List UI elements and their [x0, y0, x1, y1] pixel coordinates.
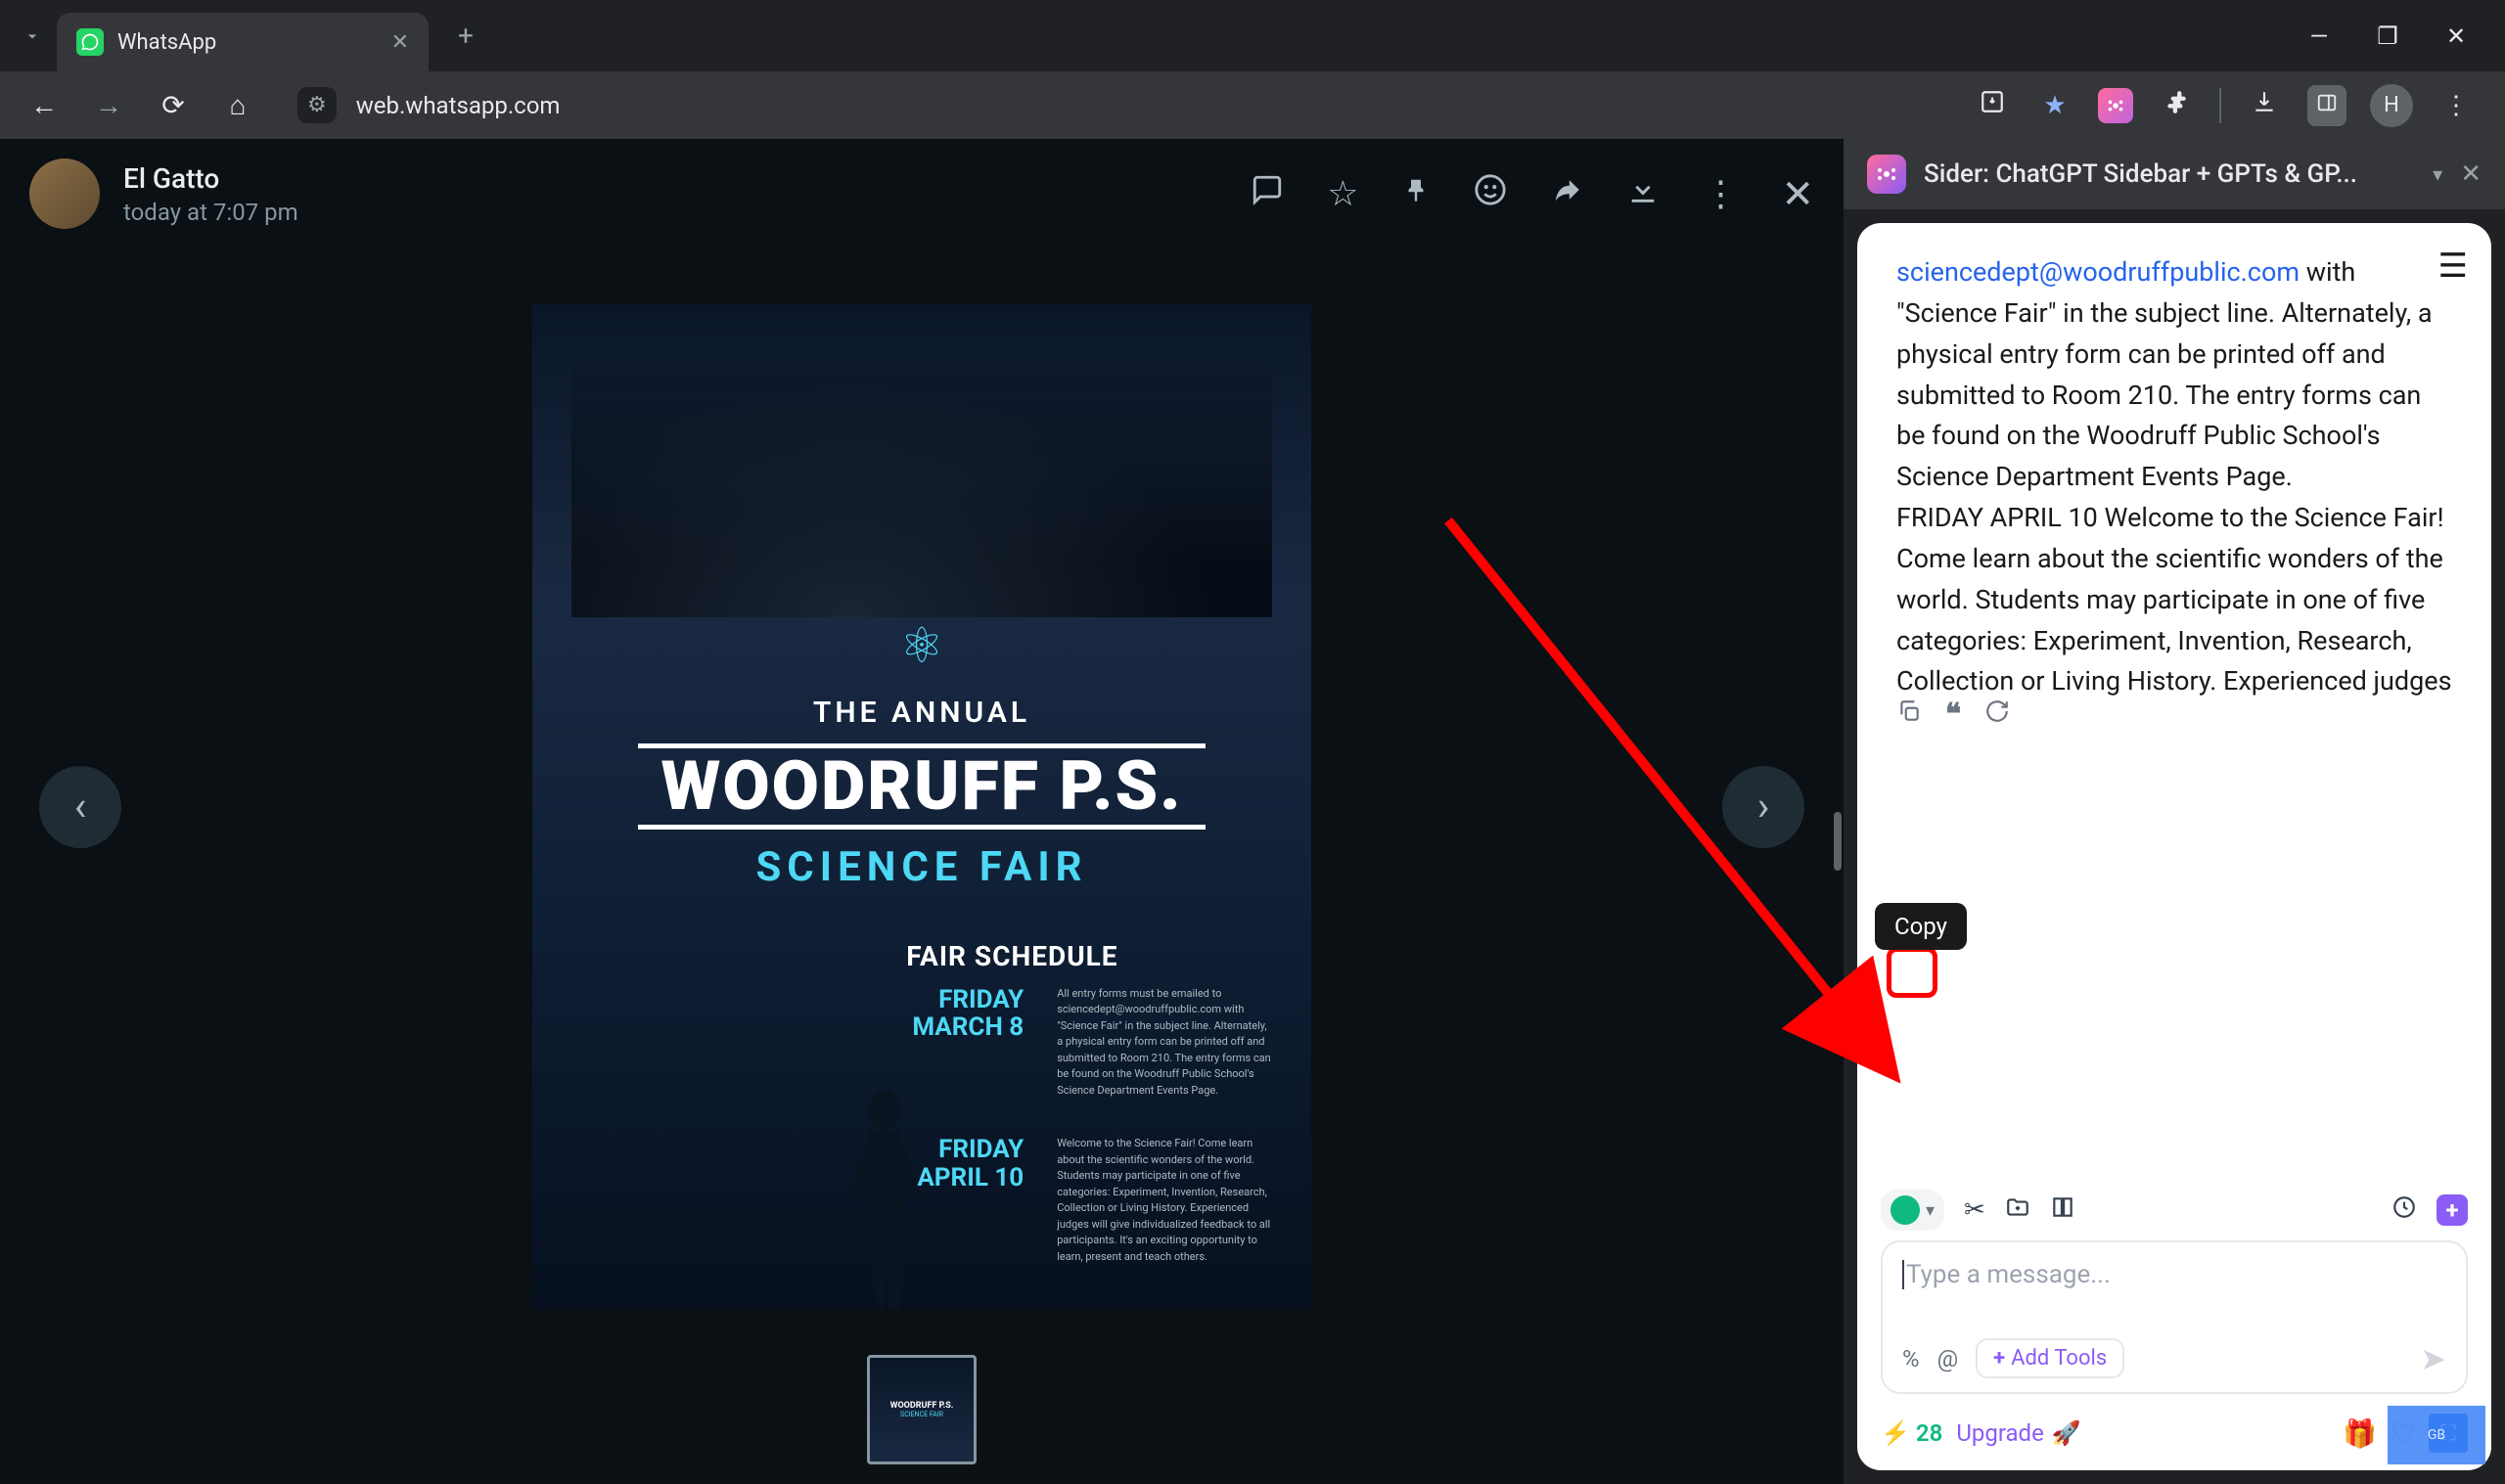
url-bar[interactable]: ⚙ web.whatsapp.com — [278, 87, 1957, 123]
credits-badge[interactable]: ⚡ 28 — [1881, 1419, 1942, 1447]
profile-avatar[interactable]: H — [2370, 84, 2413, 127]
gift-icon[interactable]: 🎁 — [2343, 1417, 2377, 1450]
tab-title: WhatsApp — [117, 30, 216, 55]
poster-title: WOODRUFF P.S. — [638, 743, 1206, 830]
toolbar-divider — [2219, 88, 2221, 123]
chat-bubble-icon[interactable] — [1251, 173, 1284, 215]
message-input[interactable]: Type a message... — [1902, 1260, 2446, 1309]
slash-command-icon[interactable]: % — [1902, 1345, 1920, 1372]
star-icon[interactable]: ☆ — [1327, 173, 1358, 214]
bolt-icon: ⚡ — [1881, 1419, 1910, 1447]
sider-close-icon[interactable]: ✕ — [2460, 159, 2482, 189]
prev-media-button[interactable]: ‹ — [39, 766, 121, 848]
annotation-highlight-box — [1887, 947, 1937, 998]
url-text: web.whatsapp.com — [356, 92, 561, 119]
browser-menu-icon[interactable]: ⋮ — [2437, 91, 2476, 120]
mention-icon[interactable]: @ — [1937, 1345, 1959, 1372]
new-tab-button[interactable]: + — [448, 10, 483, 62]
sender-avatar[interactable] — [29, 158, 100, 229]
message-input-container[interactable]: Type a message... % @ + Add Tools ➤ — [1881, 1240, 2468, 1394]
poster-annual-label: THE ANNUAL — [571, 696, 1272, 730]
history-icon[interactable] — [2391, 1194, 2417, 1227]
browser-tab-bar: WhatsApp ✕ + ― ❐ ✕ — [0, 0, 2505, 71]
rocket-icon: 🚀 — [2052, 1419, 2081, 1447]
schedule-date-1: FRIDAYMARCH 8 — [906, 986, 1043, 1042]
sider-title: Sider: ChatGPT Sidebar + GPTs & GP... — [1924, 159, 2415, 189]
book-icon[interactable] — [2050, 1194, 2075, 1227]
schedule-heading: FAIR SCHEDULE — [906, 940, 1272, 972]
media-thumbnail-strip: WOODRUFF P.S. SCIENCE FAIR — [0, 1355, 1844, 1464]
sider-extension-icon[interactable] — [2098, 88, 2133, 123]
window-maximize-icon[interactable]: ❐ — [2368, 22, 2407, 50]
schedule-text-1: All entry forms must be emailed to scien… — [1057, 986, 1272, 1100]
nav-reload-icon[interactable]: ⟳ — [149, 89, 198, 121]
model-indicator-icon — [1890, 1195, 1920, 1225]
upgrade-button[interactable]: Upgrade 🚀 — [1956, 1419, 2080, 1447]
whatsapp-media-viewer: El Gatto today at 7:07 pm ☆ — [0, 139, 1844, 1484]
sider-header: Sider: ChatGPT Sidebar + GPTs & GP... ▾ … — [1844, 139, 2505, 209]
send-button[interactable]: ➤ — [2420, 1340, 2446, 1377]
install-app-icon[interactable] — [1973, 89, 2012, 121]
sider-dropdown-icon[interactable]: ▾ — [2433, 162, 2442, 186]
window-minimize-icon[interactable]: ― — [2300, 22, 2339, 50]
add-tools-button[interactable]: + Add Tools — [1976, 1338, 2124, 1378]
download-icon[interactable] — [1626, 173, 1660, 215]
nav-home-icon[interactable]: ⌂ — [213, 89, 262, 121]
schedule-text-2: Welcome to the Science Fair! Come learn … — [1057, 1136, 1272, 1265]
response-email-link-1[interactable]: sciencedept@woodruffpublic.com — [1896, 256, 2300, 288]
sender-name: El Gatto — [123, 162, 1227, 195]
bookmark-star-icon[interactable]: ★ — [2035, 91, 2074, 120]
folder-add-icon[interactable] — [2005, 1194, 2030, 1227]
browser-toolbar: ← → ⟳ ⌂ ⚙ web.whatsapp.com ★ H ⋮ — [0, 71, 2505, 139]
nav-forward-icon[interactable]: → — [84, 89, 133, 121]
new-chat-button[interactable]: + — [2437, 1194, 2468, 1226]
pin-icon[interactable] — [1401, 173, 1431, 214]
annotation-arrow — [1429, 501, 1957, 1117]
emoji-icon[interactable] — [1474, 173, 1507, 215]
extensions-icon[interactable] — [2157, 89, 2196, 121]
scissors-icon[interactable]: ✂ — [1964, 1195, 1985, 1225]
copy-tooltip: Copy — [1875, 903, 1967, 950]
person-silhouette — [826, 1087, 943, 1310]
media-viewer-header: El Gatto today at 7:07 pm ☆ — [0, 139, 1844, 248]
atom-icon: ⚛ — [892, 617, 951, 676]
input-toolbar: ▾ ✂ + — [1857, 1176, 2491, 1240]
more-menu-icon[interactable]: ⋮ — [1703, 173, 1738, 214]
site-settings-icon[interactable]: ⚙ — [297, 87, 337, 123]
close-viewer-icon[interactable]: ✕ — [1781, 171, 1814, 217]
media-timestamp: today at 7:07 pm — [123, 199, 1227, 226]
tab-search-dropdown[interactable] — [8, 12, 57, 61]
nav-back-icon[interactable]: ← — [20, 89, 68, 121]
window-close-icon[interactable]: ✕ — [2437, 22, 2476, 50]
downloads-icon[interactable] — [2245, 89, 2284, 121]
regenerate-button[interactable] — [1984, 698, 2010, 731]
tab-close-icon[interactable]: ✕ — [391, 30, 409, 55]
forward-icon[interactable] — [1550, 173, 1583, 215]
sider-menu-icon[interactable]: ☰ — [2438, 247, 2468, 286]
browser-tab[interactable]: WhatsApp ✕ — [57, 13, 429, 71]
whatsapp-favicon — [76, 28, 104, 56]
media-image-poster[interactable]: ⚛ THE ANNUAL WOODRUFF P.S. SCIENCE FAIR … — [532, 304, 1311, 1310]
model-selector[interactable]: ▾ — [1881, 1190, 1944, 1231]
poster-subtitle: SCIENCE FAIR — [571, 843, 1272, 891]
sider-logo-icon — [1867, 155, 1906, 194]
media-thumbnail[interactable]: WOODRUFF P.S. SCIENCE FAIR — [867, 1355, 977, 1464]
side-panel-icon[interactable] — [2307, 85, 2346, 126]
watermark-badge: GB — [2388, 1406, 2485, 1464]
